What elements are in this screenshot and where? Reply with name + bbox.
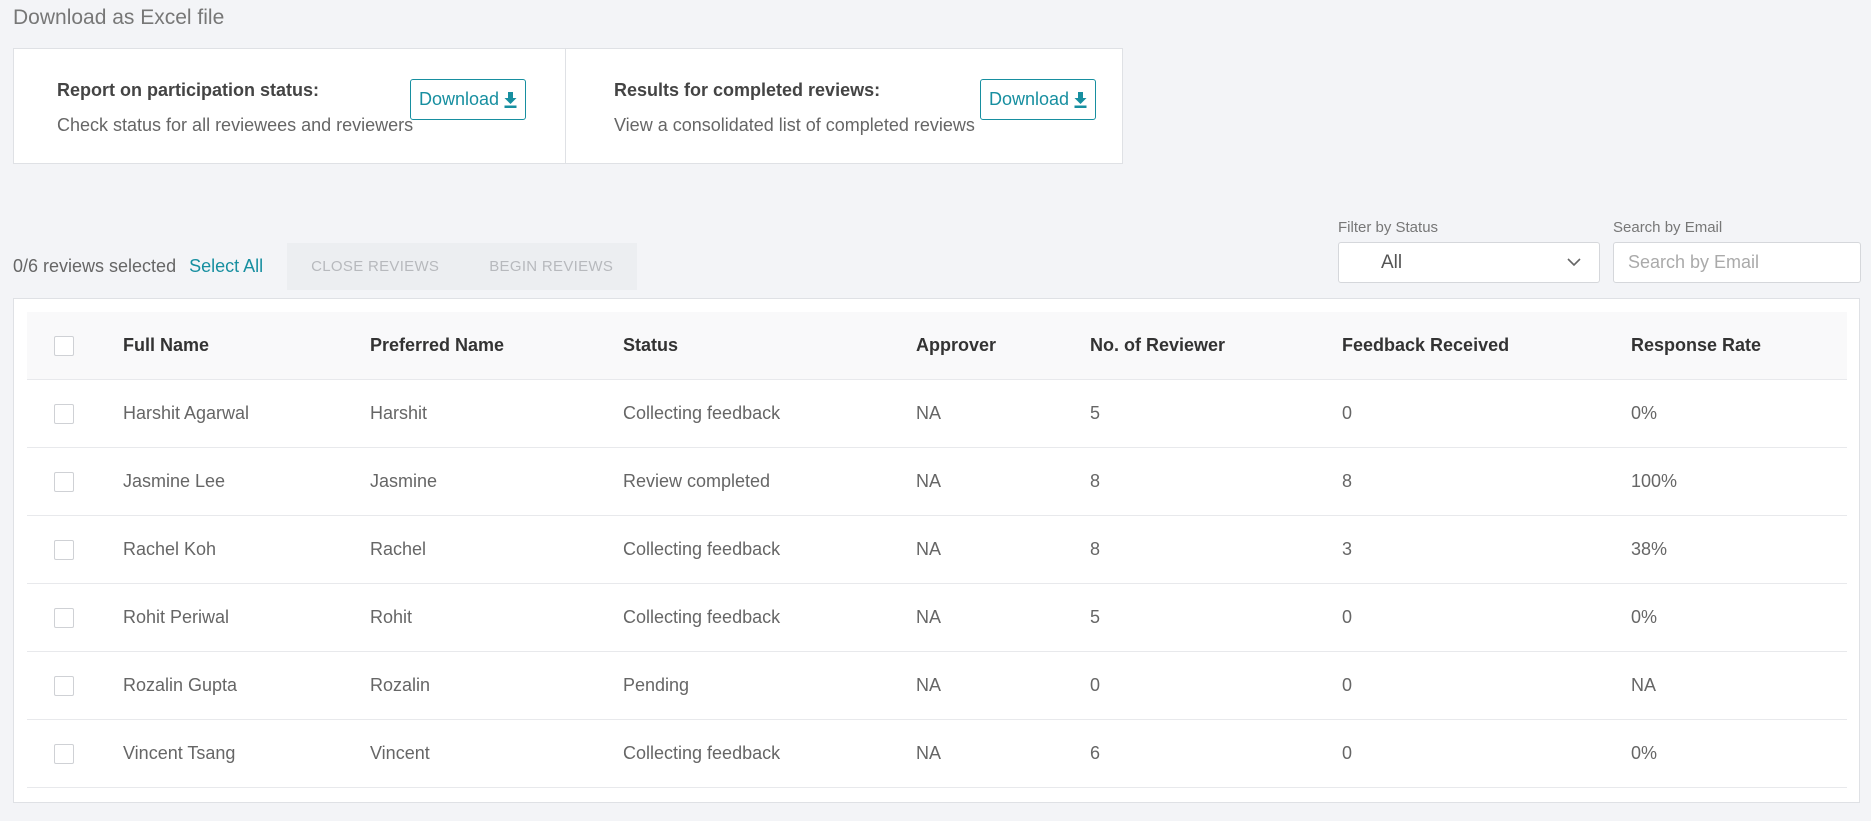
preferred-name-cell: Jasmine (370, 471, 438, 491)
column-header-preferred-name[interactable]: Preferred Name (370, 335, 623, 356)
selection-count: 0/6 reviews selected (13, 256, 177, 276)
close-reviews-button[interactable]: CLOSE REVIEWS (311, 258, 439, 275)
row-checkbox-cell (27, 539, 123, 560)
reviewer-count-cell: 8 (1090, 539, 1101, 559)
select-all-checkbox[interactable] (54, 335, 74, 356)
feedback-received-cell: 0 (1342, 607, 1353, 627)
table-row[interactable]: Rachel Koh Rachel Collecting feedback NA… (27, 516, 1847, 584)
approver-cell: NA (916, 471, 942, 491)
bulk-action-group: CLOSE REVIEWS BEGIN REVIEWS (287, 243, 638, 290)
status-cell: Collecting feedback (623, 539, 781, 559)
download-icon (504, 91, 517, 108)
full-name-cell: Rachel Koh (123, 539, 217, 559)
preferred-name-cell: Rozalin (370, 675, 431, 695)
column-header-no-of-reviewer[interactable]: No. of Reviewer (1090, 335, 1342, 356)
reviewer-count-cell: 0 (1090, 675, 1101, 695)
feedback-received-cell: 8 (1342, 471, 1353, 491)
row-checkbox[interactable] (54, 539, 74, 560)
selection-toolbar: 0/6 reviews selected Select All CLOSE RE… (13, 243, 638, 290)
table-row[interactable]: Rozalin Gupta Rozalin Pending NA 0 0 NA (27, 652, 1847, 720)
column-header-approver[interactable]: Approver (916, 335, 1090, 356)
response-rate-cell: 100% (1631, 471, 1678, 491)
page: Download as Excel file Report on partici… (0, 0, 1871, 821)
feedback-received-cell: 3 (1342, 539, 1353, 559)
full-name-cell: Jasmine Lee (123, 471, 226, 491)
status-cell: Collecting feedback (623, 607, 781, 627)
full-name-cell: Vincent Tsang (123, 743, 236, 763)
row-checkbox-cell (27, 675, 123, 696)
download-icon (1074, 91, 1087, 108)
reviews-table: Full Name Preferred Name Status Approver… (27, 312, 1847, 788)
approver-cell: NA (916, 607, 942, 627)
full-name-cell: Rohit Periwal (123, 607, 230, 627)
status-cell: Pending (623, 675, 690, 695)
section-title: Download as Excel file (13, 6, 225, 29)
download-button-label: Download (419, 89, 500, 109)
participation-download-button[interactable]: Download (410, 79, 527, 120)
response-rate-cell: 38% (1631, 539, 1668, 559)
row-checkbox[interactable] (54, 471, 74, 492)
preferred-name-cell: Rohit (370, 607, 413, 627)
approver-cell: NA (916, 539, 942, 559)
search-input[interactable] (1628, 252, 1860, 273)
approver-cell: NA (916, 743, 942, 763)
preferred-name-cell: Vincent (370, 743, 430, 763)
column-header-feedback-received[interactable]: Feedback Received (1342, 335, 1631, 356)
status-filter: Filter by Status All (1338, 219, 1600, 283)
status-cell: Review completed (623, 471, 771, 491)
participation-report-card: Report on participation status: Check st… (14, 49, 565, 163)
table-row[interactable]: Vincent Tsang Vincent Collecting feedbac… (27, 720, 1847, 788)
email-search: Search by Email (1613, 219, 1861, 283)
begin-reviews-button[interactable]: BEGIN REVIEWS (489, 258, 613, 275)
feedback-received-cell: 0 (1342, 675, 1353, 695)
reviewer-count-cell: 5 (1090, 607, 1101, 627)
search-label: Search by Email (1613, 219, 1723, 236)
column-header-status[interactable]: Status (623, 335, 916, 356)
preferred-name-cell: Harshit (370, 403, 428, 423)
row-checkbox[interactable] (54, 607, 74, 628)
full-name-cell: Rozalin Gupta (123, 675, 238, 695)
row-checkbox[interactable] (54, 743, 74, 764)
approver-cell: NA (916, 403, 942, 423)
row-checkbox-cell (27, 743, 123, 764)
table-row[interactable]: Rohit Periwal Rohit Collecting feedback … (27, 584, 1847, 652)
row-checkbox-cell (27, 403, 123, 424)
approver-cell: NA (916, 675, 942, 695)
filter-label: Filter by Status (1338, 219, 1439, 236)
column-header-full-name[interactable]: Full Name (123, 335, 370, 356)
table-header-row: Full Name Preferred Name Status Approver… (27, 312, 1847, 380)
status-cell: Collecting feedback (623, 743, 781, 763)
row-checkbox-cell (27, 607, 123, 628)
response-rate-cell: 0% (1631, 607, 1658, 627)
reviewer-count-cell: 6 (1090, 743, 1101, 763)
chevron-down-icon (1567, 258, 1581, 267)
table-row[interactable]: Harshit Agarwal Harshit Collecting feedb… (27, 380, 1847, 448)
feedback-received-cell: 0 (1342, 403, 1353, 423)
reviewer-count-cell: 8 (1090, 471, 1101, 491)
header-checkbox-cell (27, 335, 123, 356)
row-checkbox[interactable] (54, 403, 74, 424)
full-name-cell: Harshit Agarwal (123, 403, 250, 423)
table-row[interactable]: Jasmine Lee Jasmine Review completed NA … (27, 448, 1847, 516)
response-rate-cell: NA (1631, 675, 1657, 695)
response-rate-cell: 0% (1631, 403, 1658, 423)
row-checkbox-cell (27, 471, 123, 492)
preferred-name-cell: Rachel (370, 539, 427, 559)
response-rate-cell: 0% (1631, 743, 1658, 763)
select-all-link[interactable]: Select All (189, 256, 263, 277)
status-filter-value: All (1381, 251, 1403, 273)
status-cell: Collecting feedback (623, 403, 781, 423)
download-button-label: Download (989, 89, 1070, 109)
feedback-received-cell: 0 (1342, 743, 1353, 763)
column-header-response-rate[interactable]: Response Rate (1631, 335, 1847, 356)
search-box (1613, 242, 1861, 283)
reviews-table-card: Full Name Preferred Name Status Approver… (13, 298, 1860, 803)
status-filter-select[interactable]: All (1338, 242, 1600, 283)
row-checkbox[interactable] (54, 675, 74, 696)
download-panel: Report on participation status: Check st… (13, 48, 1123, 164)
completed-reviews-card: Results for completed reviews: View a co… (565, 49, 1122, 163)
reviewer-count-cell: 5 (1090, 403, 1101, 423)
completed-reviews-download-button[interactable]: Download (980, 79, 1097, 120)
